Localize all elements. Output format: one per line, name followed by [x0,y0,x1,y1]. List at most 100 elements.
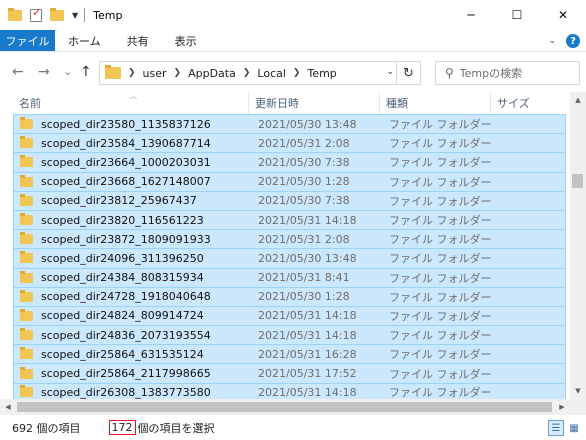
forward-button[interactable]: → [38,64,50,80]
file-type: ファイル フォルダー [389,386,492,399]
file-type: ファイル フォルダー [389,348,492,362]
properties-icon[interactable] [30,6,42,22]
tab-file[interactable]: ファイル [0,30,55,51]
scroll-left-icon[interactable]: ◀ [0,399,16,415]
ribbon-tabs: ファイル ホーム 共有 表示 ⌄ ? [0,30,586,52]
table-row[interactable]: scoped_dir25864_2117998665 2021/05/31 17:… [13,363,566,383]
horizontal-scrollbar[interactable]: ◀ ▶ [0,399,586,415]
back-button[interactable]: ← [12,64,24,80]
chevron-right-icon[interactable]: ❯ [293,68,301,78]
table-row[interactable]: scoped_dir23580_1135837126 2021/05/30 13:… [13,114,566,134]
vertical-scroll-thumb[interactable] [572,174,583,188]
customize-quick-access-icon[interactable]: ▼ [72,11,78,20]
file-type: ファイル フォルダー [389,271,492,285]
table-row[interactable]: scoped_dir23584_1390687714 2021/05/31 2:0… [13,133,566,153]
table-row[interactable]: scoped_dir23872_1809091933 2021/05/31 2:0… [13,229,566,249]
folder-icon [20,289,33,302]
file-date: 2021/05/31 14:18 [258,213,357,227]
folder-icon [20,270,33,283]
file-type: ファイル フォルダー [389,194,492,208]
close-button[interactable]: ✕ [540,0,586,30]
folder-icon [20,174,33,187]
breadcrumb-temp[interactable]: Temp [307,67,336,80]
file-name: scoped_dir24096_311396250 [41,251,204,265]
refresh-button[interactable]: ↻ [396,62,420,84]
folder-icon [20,155,33,168]
file-type: ファイル フォルダー [389,309,492,323]
file-type: ファイル フォルダー [389,214,492,228]
file-type: ファイル フォルダー [389,118,492,132]
address-bar[interactable]: ❯ user ❯ AppData ❯ Local ❯ Temp ⌄ ↻ [99,61,421,85]
sort-caret-icon: ︿ [130,92,137,100]
column-size[interactable]: サイズ [491,92,570,114]
chevron-down-icon[interactable]: ⌄ [386,67,394,77]
column-header: 名前 更新日時 種類 サイズ [0,92,570,114]
table-row[interactable]: scoped_dir23668_1627148007 2021/05/30 1:2… [13,171,566,191]
table-row[interactable]: scoped_dir24836_2073193554 2021/05/31 14:… [13,325,566,345]
scroll-down-icon[interactable]: ▼ [570,383,586,399]
folder-icon [20,232,33,245]
item-count: 692 個の項目 [12,421,81,435]
column-modified[interactable]: 更新日時 [249,92,380,114]
new-folder-icon[interactable] [50,7,64,21]
file-date: 2021/05/30 7:38 [258,155,350,169]
up-button[interactable]: ↑ [80,64,92,80]
table-row[interactable]: scoped_dir24384_808315934 2021/05/31 8:41… [13,267,566,287]
maximize-button[interactable]: ☐ [494,0,540,30]
file-date: 2021/05/30 7:38 [258,194,350,208]
folder-icon[interactable] [8,7,22,21]
file-name: scoped_dir23668_1627148007 [41,175,211,189]
title-bar: ▼ Temp ─ ☐ ✕ [0,0,586,30]
file-name: scoped_dir23812_25967437 [41,194,197,208]
folder-icon [20,193,33,206]
table-row[interactable]: scoped_dir23820_116561223 2021/05/31 14:1… [13,209,566,230]
large-icons-view-icon[interactable]: ▦ [566,420,582,436]
folder-icon [20,308,33,321]
tab-share[interactable]: 共有 [114,30,162,51]
folder-icon [20,136,33,149]
file-type: ファイル フォルダー [389,233,492,247]
table-row[interactable]: scoped_dir23812_25967437 2021/05/30 7:38 フ… [13,190,566,210]
chevron-right-icon[interactable]: ❯ [174,68,182,78]
chevron-right-icon[interactable]: ❯ [243,68,251,78]
breadcrumb-user[interactable]: user [143,67,167,80]
file-name: scoped_dir23820_116561223 [41,213,204,227]
file-type: ファイル フォルダー [389,175,492,189]
folder-icon [20,366,33,379]
expand-ribbon-icon[interactable]: ⌄ [548,36,556,46]
file-date: 2021/05/30 13:48 [258,117,357,131]
file-type: ファイル フォルダー [389,156,492,170]
table-row[interactable]: scoped_dir25864_631535124 2021/05/31 16:2… [13,344,566,364]
breadcrumb-local[interactable]: Local [257,67,286,80]
horizontal-scroll-thumb[interactable] [17,402,552,412]
tab-home[interactable]: ホーム [55,30,114,51]
file-type: ファイル フォルダー [389,290,492,304]
folder-icon [20,251,33,264]
breadcrumb-appdata[interactable]: AppData [188,67,236,80]
scroll-up-icon[interactable]: ▲ [570,92,586,108]
recent-locations-button[interactable]: ⌄ [63,65,72,78]
minimize-button[interactable]: ─ [448,0,494,30]
table-row[interactable]: scoped_dir24096_311396250 2021/05/30 13:4… [13,248,566,268]
vertical-scrollbar[interactable]: ▲ ▼ [570,92,586,399]
tab-view[interactable]: 表示 [162,30,210,51]
file-name: scoped_dir25864_631535124 [41,347,204,361]
scroll-right-icon[interactable]: ▶ [554,399,570,415]
table-row[interactable]: scoped_dir24728_1918040648 2021/05/30 1:2… [13,286,566,306]
search-input[interactable]: ⚲ Tempの検索 [435,61,580,85]
file-type: ファイル フォルダー [389,137,492,151]
table-row[interactable]: scoped_dir23664_1000203031 2021/05/30 7:3… [13,152,566,172]
details-view-icon[interactable]: ☰ [548,420,564,436]
file-date: 2021/05/31 14:18 [258,385,357,399]
file-date: 2021/05/31 2:08 [258,136,350,150]
chevron-right-icon[interactable]: ❯ [128,68,136,78]
column-type[interactable]: 種類 [380,92,491,114]
file-date: 2021/05/31 2:08 [258,232,350,246]
help-icon[interactable]: ? [566,34,580,48]
table-row[interactable]: scoped_dir26308_1383773580 2021/05/31 14:… [13,382,566,399]
folder-icon [20,328,33,341]
file-name: scoped_dir24384_808315934 [41,271,204,285]
window-title: Temp [93,8,123,22]
table-row[interactable]: scoped_dir24824_809914724 2021/05/31 14:1… [13,305,566,326]
selected-count: 172 個の項目を選択 [108,420,215,436]
